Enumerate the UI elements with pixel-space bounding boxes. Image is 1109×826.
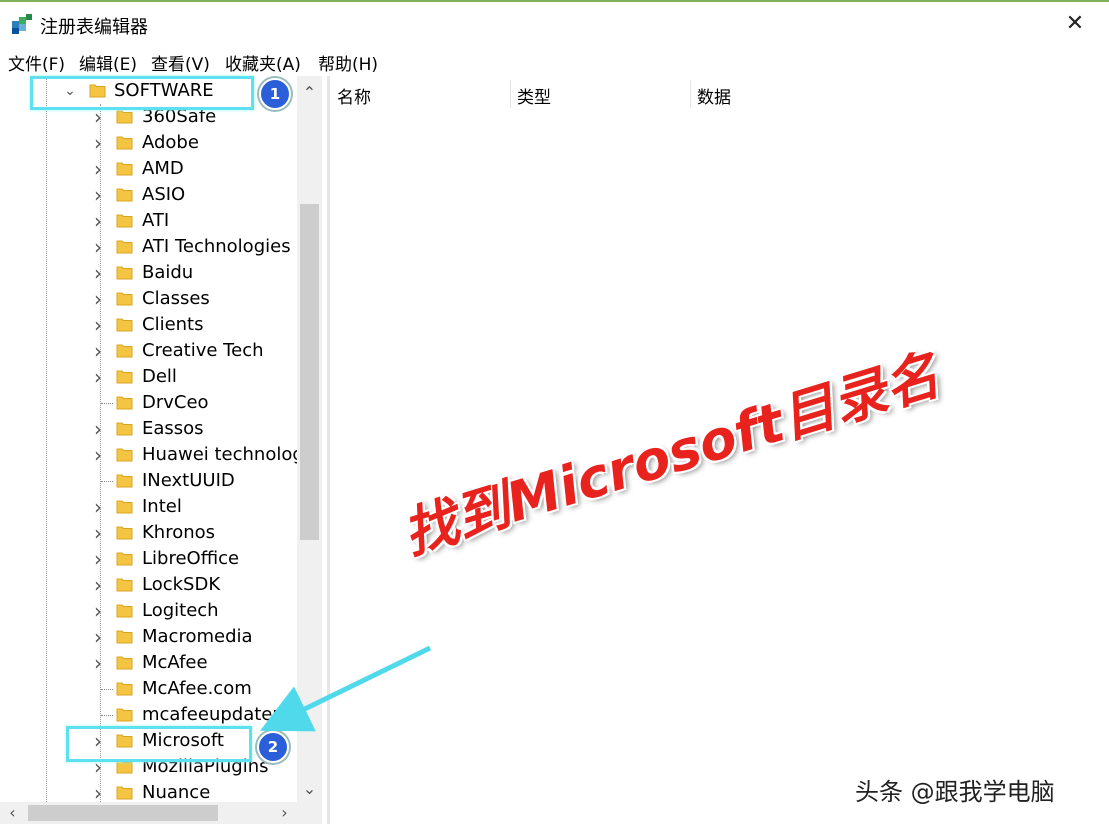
watermark: 头条 @跟我学电脑 <box>855 778 1055 806</box>
callout-arrow <box>260 645 432 732</box>
